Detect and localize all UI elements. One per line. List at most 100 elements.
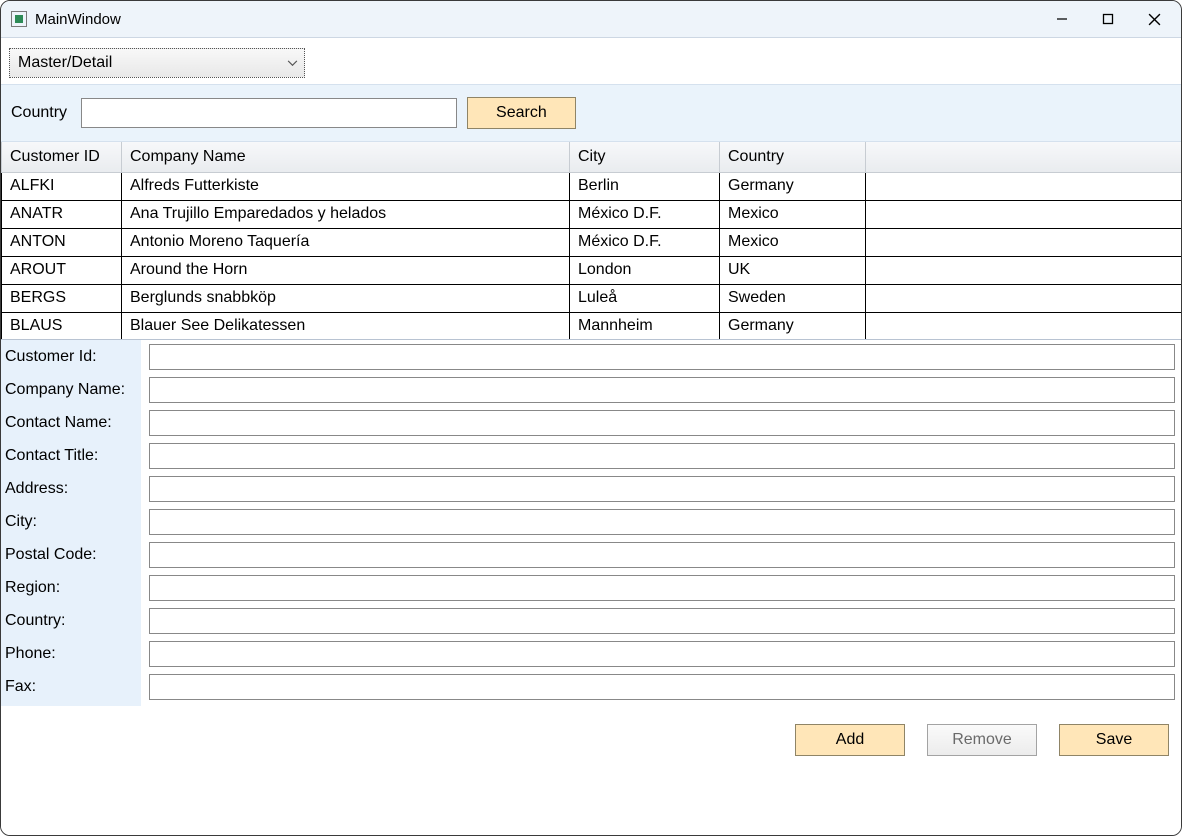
window-controls [1039, 3, 1177, 35]
add-button[interactable]: Add [795, 724, 905, 756]
search-label: Country [11, 104, 67, 122]
grid-header-blank[interactable] [866, 142, 1182, 172]
chevron-down-icon [287, 54, 298, 72]
grid-cell-city: London [570, 256, 720, 284]
grid-cell-blank [866, 172, 1182, 200]
table-row[interactable]: ALFKIAlfreds FutterkisteBerlinGermany [2, 172, 1182, 200]
grid-cell-city: Mannheim [570, 312, 720, 339]
field-row: City: [5, 509, 1175, 535]
grid-header-country[interactable]: Country [720, 142, 866, 172]
field-input-address[interactable] [149, 476, 1175, 502]
grid-cell-blank [866, 200, 1182, 228]
grid-cell-country: Mexico [720, 200, 866, 228]
field-input-postalcode[interactable] [149, 542, 1175, 568]
view-combobox[interactable]: Master/Detail [9, 48, 305, 78]
field-input-country[interactable] [149, 608, 1175, 634]
field-row: Country: [5, 608, 1175, 634]
save-button[interactable]: Save [1059, 724, 1169, 756]
grid-header-company-name[interactable]: Company Name [122, 142, 570, 172]
grid-header-customer-id[interactable]: Customer ID [2, 142, 122, 172]
table-row[interactable]: ANATRAna Trujillo Emparedados y heladosM… [2, 200, 1182, 228]
field-row: Address: [5, 476, 1175, 502]
window-title: MainWindow [35, 11, 121, 28]
table-row[interactable]: BLAUSBlauer See DelikatessenMannheimGerm… [2, 312, 1182, 339]
title-bar: MainWindow [1, 1, 1181, 37]
action-button-bar: Add Remove Save [1, 706, 1181, 770]
field-label: Customer Id: [5, 348, 143, 366]
field-label: Region: [5, 579, 143, 597]
table-row[interactable]: ANTONAntonio Moreno TaqueríaMéxico D.F.M… [2, 228, 1182, 256]
grid-cell-company: Alfreds Futterkiste [122, 172, 570, 200]
grid-cell-id: BERGS [2, 284, 122, 312]
minimize-button[interactable] [1039, 3, 1085, 35]
field-row: Region: [5, 575, 1175, 601]
field-input-contactname[interactable] [149, 410, 1175, 436]
client-area: Master/Detail Country Search [1, 37, 1181, 835]
grid-cell-city: Berlin [570, 172, 720, 200]
field-row: Phone: [5, 641, 1175, 667]
grid-cell-company: Berglunds snabbköp [122, 284, 570, 312]
field-label: Address: [5, 480, 143, 498]
grid-cell-id: ANATR [2, 200, 122, 228]
field-row: Customer Id: [5, 344, 1175, 370]
grid-header-row: Customer ID Company Name City Country [2, 142, 1182, 172]
maximize-button[interactable] [1085, 3, 1131, 35]
grid-cell-blank [866, 256, 1182, 284]
grid-cell-id: ALFKI [2, 172, 122, 200]
close-button[interactable] [1131, 3, 1177, 35]
grid-cell-country: UK [720, 256, 866, 284]
customers-grid: Customer ID Company Name City Country AL… [1, 142, 1181, 339]
grid-cell-city: México D.F. [570, 200, 720, 228]
field-row: Contact Title: [5, 443, 1175, 469]
field-input-region[interactable] [149, 575, 1175, 601]
customers-grid-scroll[interactable]: Customer ID Company Name City Country AL… [1, 142, 1181, 339]
field-row: Company Name: [5, 377, 1175, 403]
search-button[interactable]: Search [467, 97, 576, 129]
view-selector-row: Master/Detail [1, 38, 1181, 84]
grid-cell-blank [866, 284, 1182, 312]
field-label: Company Name: [5, 381, 143, 399]
grid-cell-country: Sweden [720, 284, 866, 312]
customer-detail-form: Customer Id: Company Name: Contact Name: Co… [1, 340, 1181, 706]
view-combobox-value: Master/Detail [18, 54, 112, 72]
grid-cell-country: Germany [720, 312, 866, 339]
field-input-companyname[interactable] [149, 377, 1175, 403]
field-input-fax[interactable] [149, 674, 1175, 700]
country-search-input[interactable] [81, 98, 457, 128]
field-label: Fax: [5, 678, 143, 696]
grid-header-city[interactable]: City [570, 142, 720, 172]
table-row[interactable]: BERGSBerglunds snabbköpLuleåSweden [2, 284, 1182, 312]
customers-grid-container: Customer ID Company Name City Country AL… [1, 142, 1181, 340]
grid-cell-company: Around the Horn [122, 256, 570, 284]
grid-cell-id: ANTON [2, 228, 122, 256]
grid-cell-city: México D.F. [570, 228, 720, 256]
remove-button[interactable]: Remove [927, 724, 1037, 756]
grid-cell-company: Blauer See Delikatessen [122, 312, 570, 339]
field-input-contacttitle[interactable] [149, 443, 1175, 469]
main-window: MainWindow Master/Detail Co [0, 0, 1182, 836]
app-icon [11, 11, 27, 27]
field-input-city[interactable] [149, 509, 1175, 535]
field-row: Contact Name: [5, 410, 1175, 436]
grid-cell-company: Antonio Moreno Taquería [122, 228, 570, 256]
table-row[interactable]: AROUTAround the HornLondonUK [2, 256, 1182, 284]
field-row: Postal Code: [5, 542, 1175, 568]
field-label: Country: [5, 612, 143, 630]
field-label: City: [5, 513, 143, 531]
field-label: Postal Code: [5, 546, 143, 564]
field-label: Contact Title: [5, 447, 143, 465]
field-row: Fax: [5, 674, 1175, 700]
field-label: Contact Name: [5, 414, 143, 432]
field-label: Phone: [5, 645, 143, 663]
grid-cell-company: Ana Trujillo Emparedados y helados [122, 200, 570, 228]
grid-cell-id: BLAUS [2, 312, 122, 339]
search-bar: Country Search [1, 84, 1181, 142]
grid-cell-city: Luleå [570, 284, 720, 312]
grid-cell-id: AROUT [2, 256, 122, 284]
grid-cell-blank [866, 228, 1182, 256]
grid-cell-country: Germany [720, 172, 866, 200]
grid-cell-blank [866, 312, 1182, 339]
field-input-phone[interactable] [149, 641, 1175, 667]
grid-cell-country: Mexico [720, 228, 866, 256]
field-input-customerid[interactable] [149, 344, 1175, 370]
